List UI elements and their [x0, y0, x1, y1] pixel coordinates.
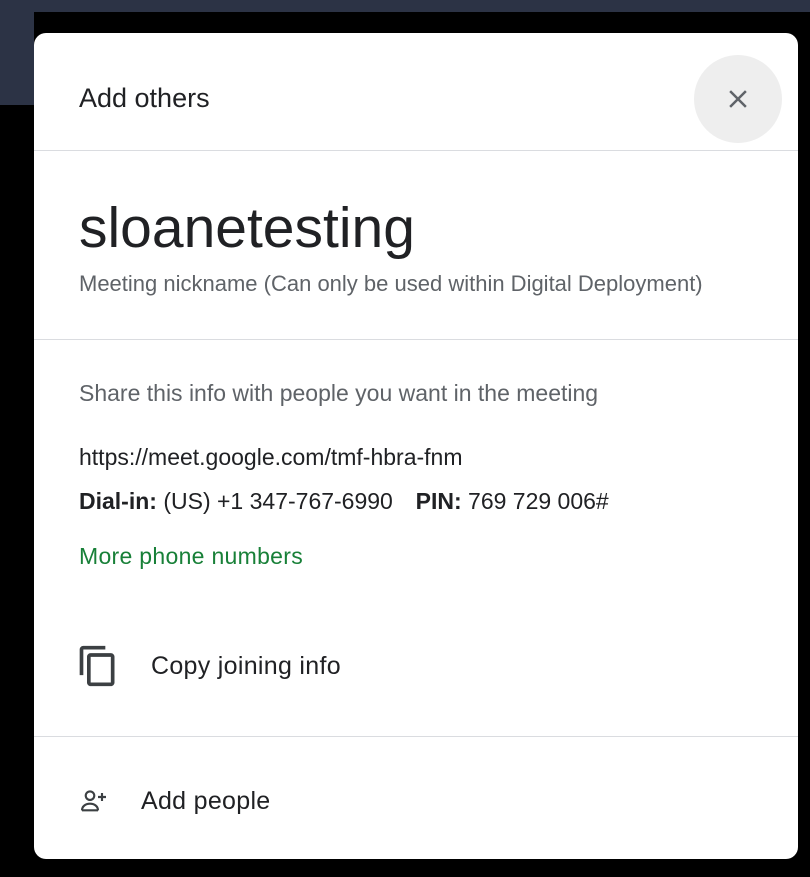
meeting-link: https://meet.google.com/tmf-hbra-fnm: [79, 444, 463, 470]
background-panel: [0, 0, 810, 12]
background-strip: [0, 0, 34, 105]
add-others-dialog: Add others sloanetesting Meeting nicknam…: [34, 33, 798, 859]
dialog-title: Add others: [79, 83, 210, 113]
add-people-button[interactable]: Add people: [74, 773, 574, 829]
meeting-nickname: sloanetesting: [79, 196, 415, 260]
add-person-icon: [74, 781, 114, 821]
more-phone-numbers-link[interactable]: More phone numbers: [79, 541, 303, 571]
add-people-label: Add people: [141, 786, 271, 815]
share-hint: Share this info with people you want in …: [79, 380, 599, 406]
header-divider: [34, 150, 798, 151]
close-button[interactable]: [694, 55, 782, 143]
nickname-divider: [34, 339, 798, 340]
close-icon: [729, 90, 747, 108]
dialog-header: Add others: [34, 33, 798, 150]
pin-label: PIN:: [415, 488, 462, 514]
dial-in-row: Dial-in: (US) +1 347-767-6990 PIN: 769 7…: [79, 486, 609, 516]
actions-divider: [34, 736, 798, 737]
nickname-caption: Meeting nickname (Can only be used withi…: [79, 271, 703, 296]
pin-value: 769 729 006#: [468, 488, 609, 514]
copy-joining-info-label: Copy joining info: [151, 651, 341, 680]
copy-joining-info-button[interactable]: Copy joining info: [74, 631, 574, 701]
dial-in-number: (US) +1 347-767-6990: [163, 488, 393, 514]
copy-icon: [74, 642, 122, 690]
dial-in-label: Dial-in:: [79, 488, 157, 514]
